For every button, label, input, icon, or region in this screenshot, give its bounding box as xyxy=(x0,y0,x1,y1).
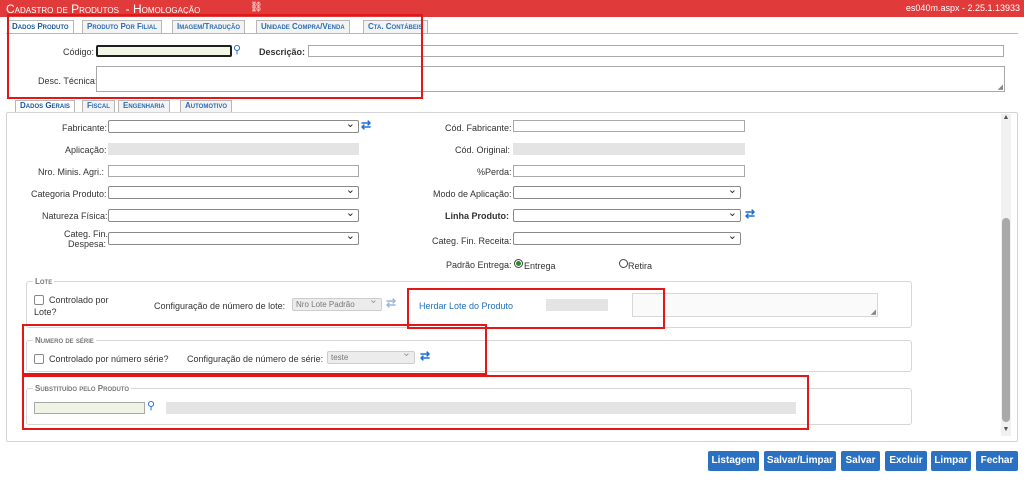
subtab-automotivo[interactable]: Automotivo xyxy=(180,100,232,112)
entrega-radio[interactable] xyxy=(514,259,523,268)
retira-radio[interactable] xyxy=(619,259,628,268)
aplicacao-input[interactable] xyxy=(108,143,359,155)
highlight-box-substituido xyxy=(22,375,809,430)
refresh-icon[interactable]: ⇄ xyxy=(361,118,371,132)
highlight-box-serie xyxy=(22,324,487,375)
retira-label: Retira xyxy=(628,261,653,271)
subtab-dados-gerais[interactable]: Dados Gerais xyxy=(15,100,75,112)
controlado-lote-checkbox[interactable] xyxy=(34,295,44,305)
aplicacao-label: Aplicação: xyxy=(65,145,107,155)
cod-fabricante-input[interactable] xyxy=(513,120,745,132)
categ-fin-despesa-label-2: Despesa: xyxy=(68,239,107,249)
controlado-lote-label-1: Controlado por xyxy=(49,295,109,305)
cod-original-input[interactable] xyxy=(513,143,745,155)
categ-fin-receita-select[interactable] xyxy=(513,229,741,245)
categoria-label: Categoria Produto: xyxy=(31,189,107,199)
refresh-icon[interactable]: ⇄ xyxy=(386,296,396,310)
config-lote-select[interactable]: Nro Lote Padrão xyxy=(292,295,382,311)
fabricante-select[interactable] xyxy=(108,117,359,133)
controlado-lote-label-2: Lote? xyxy=(34,307,57,317)
version-label: es040m.aspx - 2.25.1.13933 xyxy=(905,3,1020,13)
categ-fin-despesa-select[interactable] xyxy=(108,229,359,245)
salvar-button[interactable]: Salvar xyxy=(841,451,880,471)
fabricante-label: Fabricante: xyxy=(62,123,108,133)
scroll-down-icon[interactable]: ▼ xyxy=(1001,426,1011,436)
perda-input[interactable] xyxy=(513,165,745,177)
modo-aplicacao-label: Modo de Aplicação: xyxy=(433,189,512,199)
nro-minis-label: Nro. Minis. Agri.: xyxy=(38,167,105,177)
categ-fin-receita-label: Categ. Fin. Receita: xyxy=(432,236,512,246)
config-lote-label: Configuração de número de lote: xyxy=(154,301,286,311)
fechar-button[interactable]: Fechar xyxy=(976,451,1018,471)
linha-produto-select[interactable] xyxy=(513,206,741,222)
modo-aplicacao-select[interactable] xyxy=(513,183,741,199)
limpar-button[interactable]: Limpar xyxy=(931,451,971,471)
subtab-engenharia[interactable]: Engenharia xyxy=(118,100,170,112)
cod-original-label: Cód. Original: xyxy=(455,145,511,155)
herdar-lote-textarea[interactable]: ◢ xyxy=(632,293,878,317)
natureza-select[interactable] xyxy=(108,206,359,222)
entrega-label: Entrega xyxy=(524,261,556,271)
highlight-box-header xyxy=(7,14,423,99)
highlight-box-herdar-lote xyxy=(407,288,665,329)
scroll-up-icon[interactable]: ▲ xyxy=(1001,114,1011,124)
linha-produto-label: Linha Produto: xyxy=(445,211,509,221)
natureza-label: Natureza Física: xyxy=(42,211,108,221)
perda-label: %Perda: xyxy=(477,167,512,177)
categ-fin-despesa-label-1: Categ. Fin. xyxy=(64,229,109,239)
refresh-icon[interactable]: ⇄ xyxy=(745,207,755,221)
lote-legend: Lote xyxy=(33,277,55,286)
listagem-button[interactable]: Listagem xyxy=(708,451,759,471)
scrollbar-thumb[interactable] xyxy=(1002,218,1010,422)
excluir-button[interactable]: Excluir xyxy=(885,451,927,471)
salvar-limpar-button[interactable]: Salvar/Limpar xyxy=(764,451,836,471)
nro-minis-input[interactable] xyxy=(108,165,359,177)
padrao-entrega-label: Padrão Entrega: xyxy=(446,260,512,270)
scrollbar[interactable]: ▲ ▼ xyxy=(1001,114,1011,436)
subtab-fiscal[interactable]: Fiscal xyxy=(82,100,115,112)
cod-fabricante-label: Cód. Fabricante: xyxy=(445,123,512,133)
categoria-select[interactable] xyxy=(108,183,359,199)
link-icon[interactable]: ⛓ xyxy=(250,2,263,13)
